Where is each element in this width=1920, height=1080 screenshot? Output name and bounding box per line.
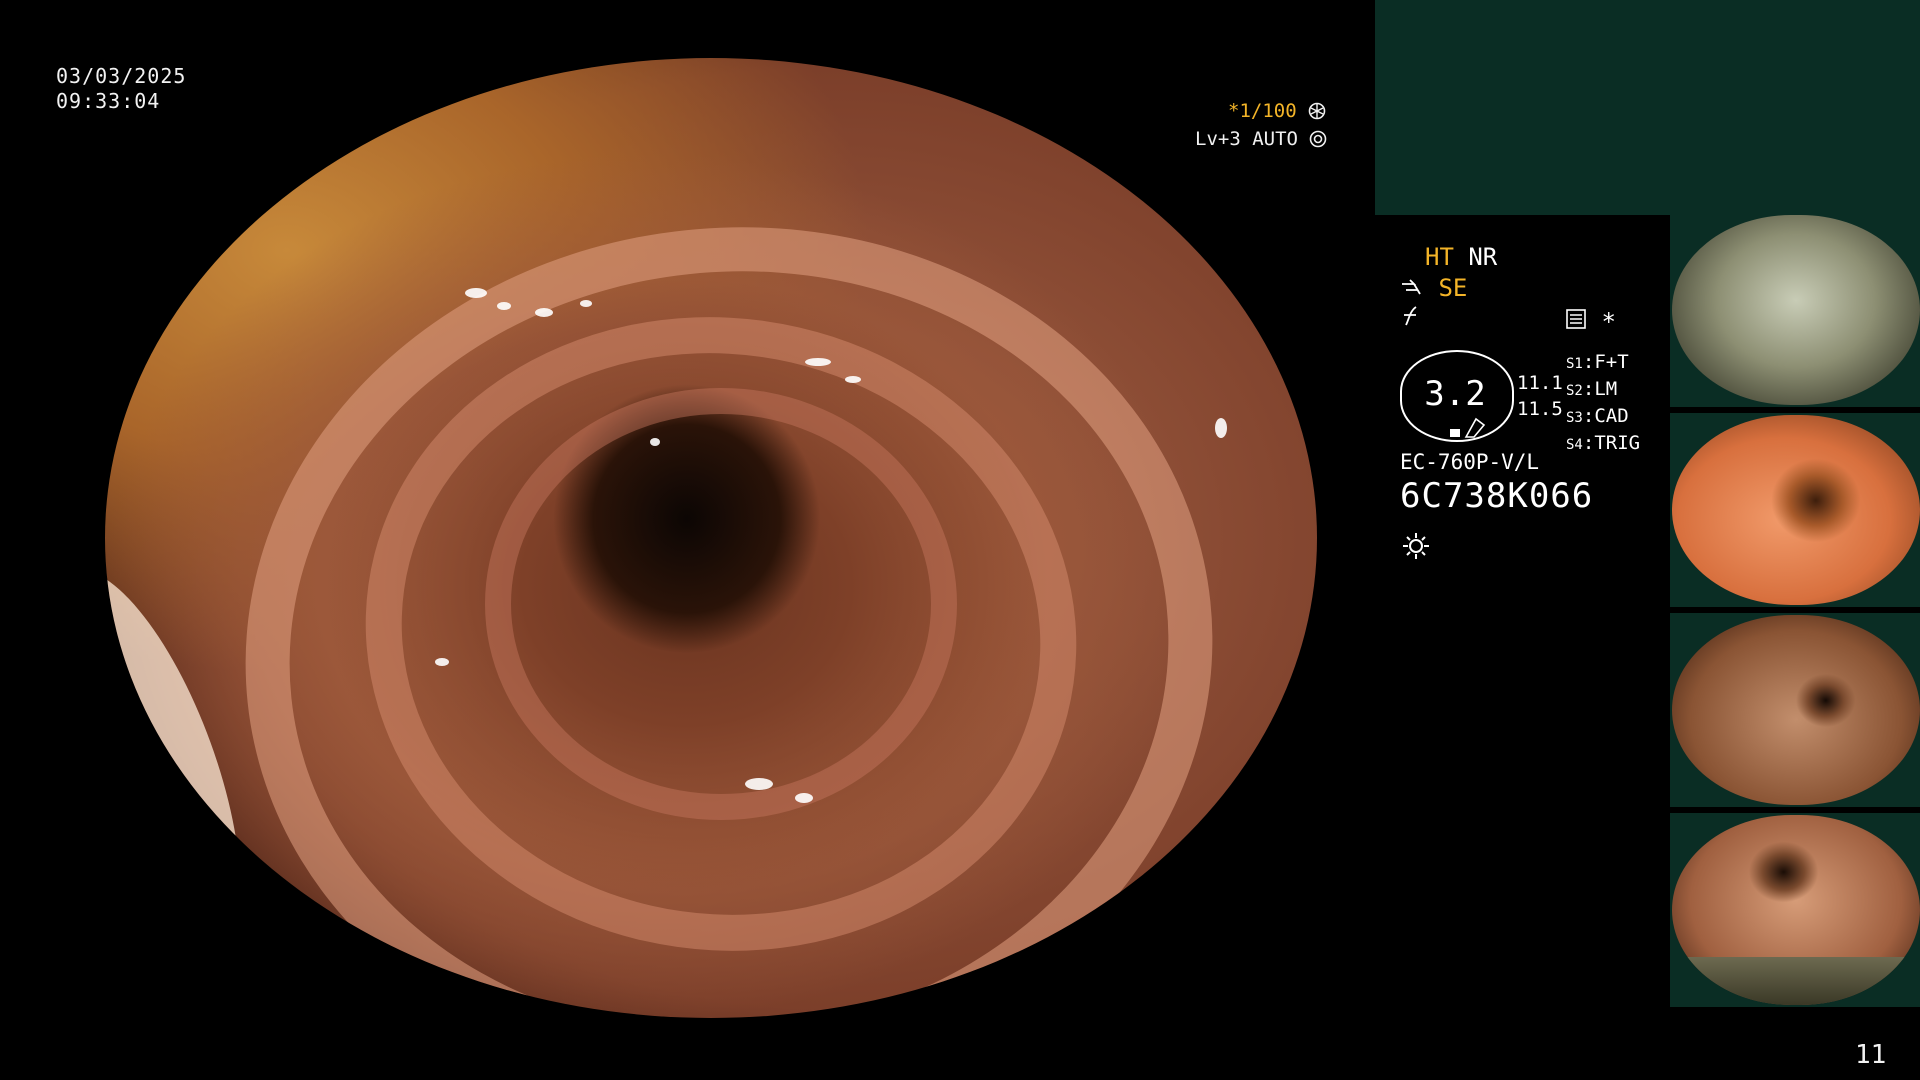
switch-key: S1 (1566, 356, 1583, 372)
switch-row: S4:TRIG (1566, 432, 1641, 454)
mucosal-fold (485, 388, 957, 820)
specular-highlight (465, 288, 487, 298)
asterisk-label: * (1601, 308, 1616, 336)
auto-exposure-icon (1310, 130, 1327, 148)
date-label: 03/03/2025 (56, 64, 187, 88)
ht-label: HT (1425, 243, 1454, 271)
specular-highlight (845, 376, 861, 383)
badge-value: 3.2 (1424, 374, 1486, 414)
aperture-icon (1308, 102, 1326, 120)
thumbnail-image[interactable] (1672, 215, 1920, 405)
se-label: SE (1438, 274, 1468, 302)
page-number: 11 (1855, 1040, 1887, 1070)
scope-tip-icon (1402, 279, 1421, 295)
thumbnail-debris (1672, 957, 1920, 1005)
specular-highlight (1215, 418, 1227, 438)
specular-highlight (580, 300, 592, 307)
endoscope-view (105, 58, 1317, 1018)
brightness-icon (1450, 417, 1486, 438)
scope-serial: 6C738K066 (1400, 476, 1594, 516)
shutter-readout: *1/100 (1228, 100, 1326, 122)
switch-key: S4 (1566, 437, 1583, 453)
specular-highlight (795, 793, 813, 803)
value-1: 11.1 (1517, 372, 1563, 394)
switch-value: F+T (1594, 351, 1629, 373)
switch-value: TRIG (1594, 432, 1641, 454)
switch-list: S1:F+T S2:LM S3:CAD S4:TRIG (1566, 350, 1640, 458)
switch-value: CAD (1594, 405, 1629, 427)
thumbnail-image[interactable] (1672, 615, 1920, 805)
switch-value: LM (1594, 378, 1618, 400)
exposure-value: Lv+3 AUTO (1195, 128, 1298, 150)
nr-label: NR (1468, 243, 1498, 271)
time-label: 09:33:04 (56, 89, 161, 113)
f-symbol-icon (1404, 306, 1417, 326)
f-symbol (1400, 305, 1422, 333)
switch-row: S3:CAD (1566, 405, 1629, 427)
record-icon (1566, 309, 1586, 329)
se-status: SE (1400, 274, 1467, 302)
switch-row: S2:LM (1566, 378, 1618, 400)
top-right-panel (1375, 0, 1920, 215)
scope-model: EC-760P-V/L (1400, 450, 1540, 474)
specular-highlight (745, 778, 773, 790)
lamp-icon (1403, 533, 1429, 559)
specular-highlight (435, 658, 449, 666)
switch-row: S1:F+T (1566, 351, 1629, 373)
record-status: * (1565, 308, 1616, 336)
switch-key: S3 (1566, 410, 1583, 426)
specular-highlight (497, 302, 511, 310)
specular-highlight (535, 308, 553, 317)
exposure-readout: Lv+3 AUTO (1195, 128, 1327, 150)
value-2: 11.5 (1517, 398, 1563, 420)
processing-status: HT NR (1425, 243, 1497, 271)
specular-highlight (805, 358, 831, 366)
specular-highlight (650, 438, 660, 446)
thumbnail-image[interactable] (1672, 815, 1920, 1005)
thumbnail-image[interactable] (1672, 415, 1920, 605)
switch-key: S2 (1566, 383, 1583, 399)
shutter-value: *1/100 (1228, 100, 1297, 122)
